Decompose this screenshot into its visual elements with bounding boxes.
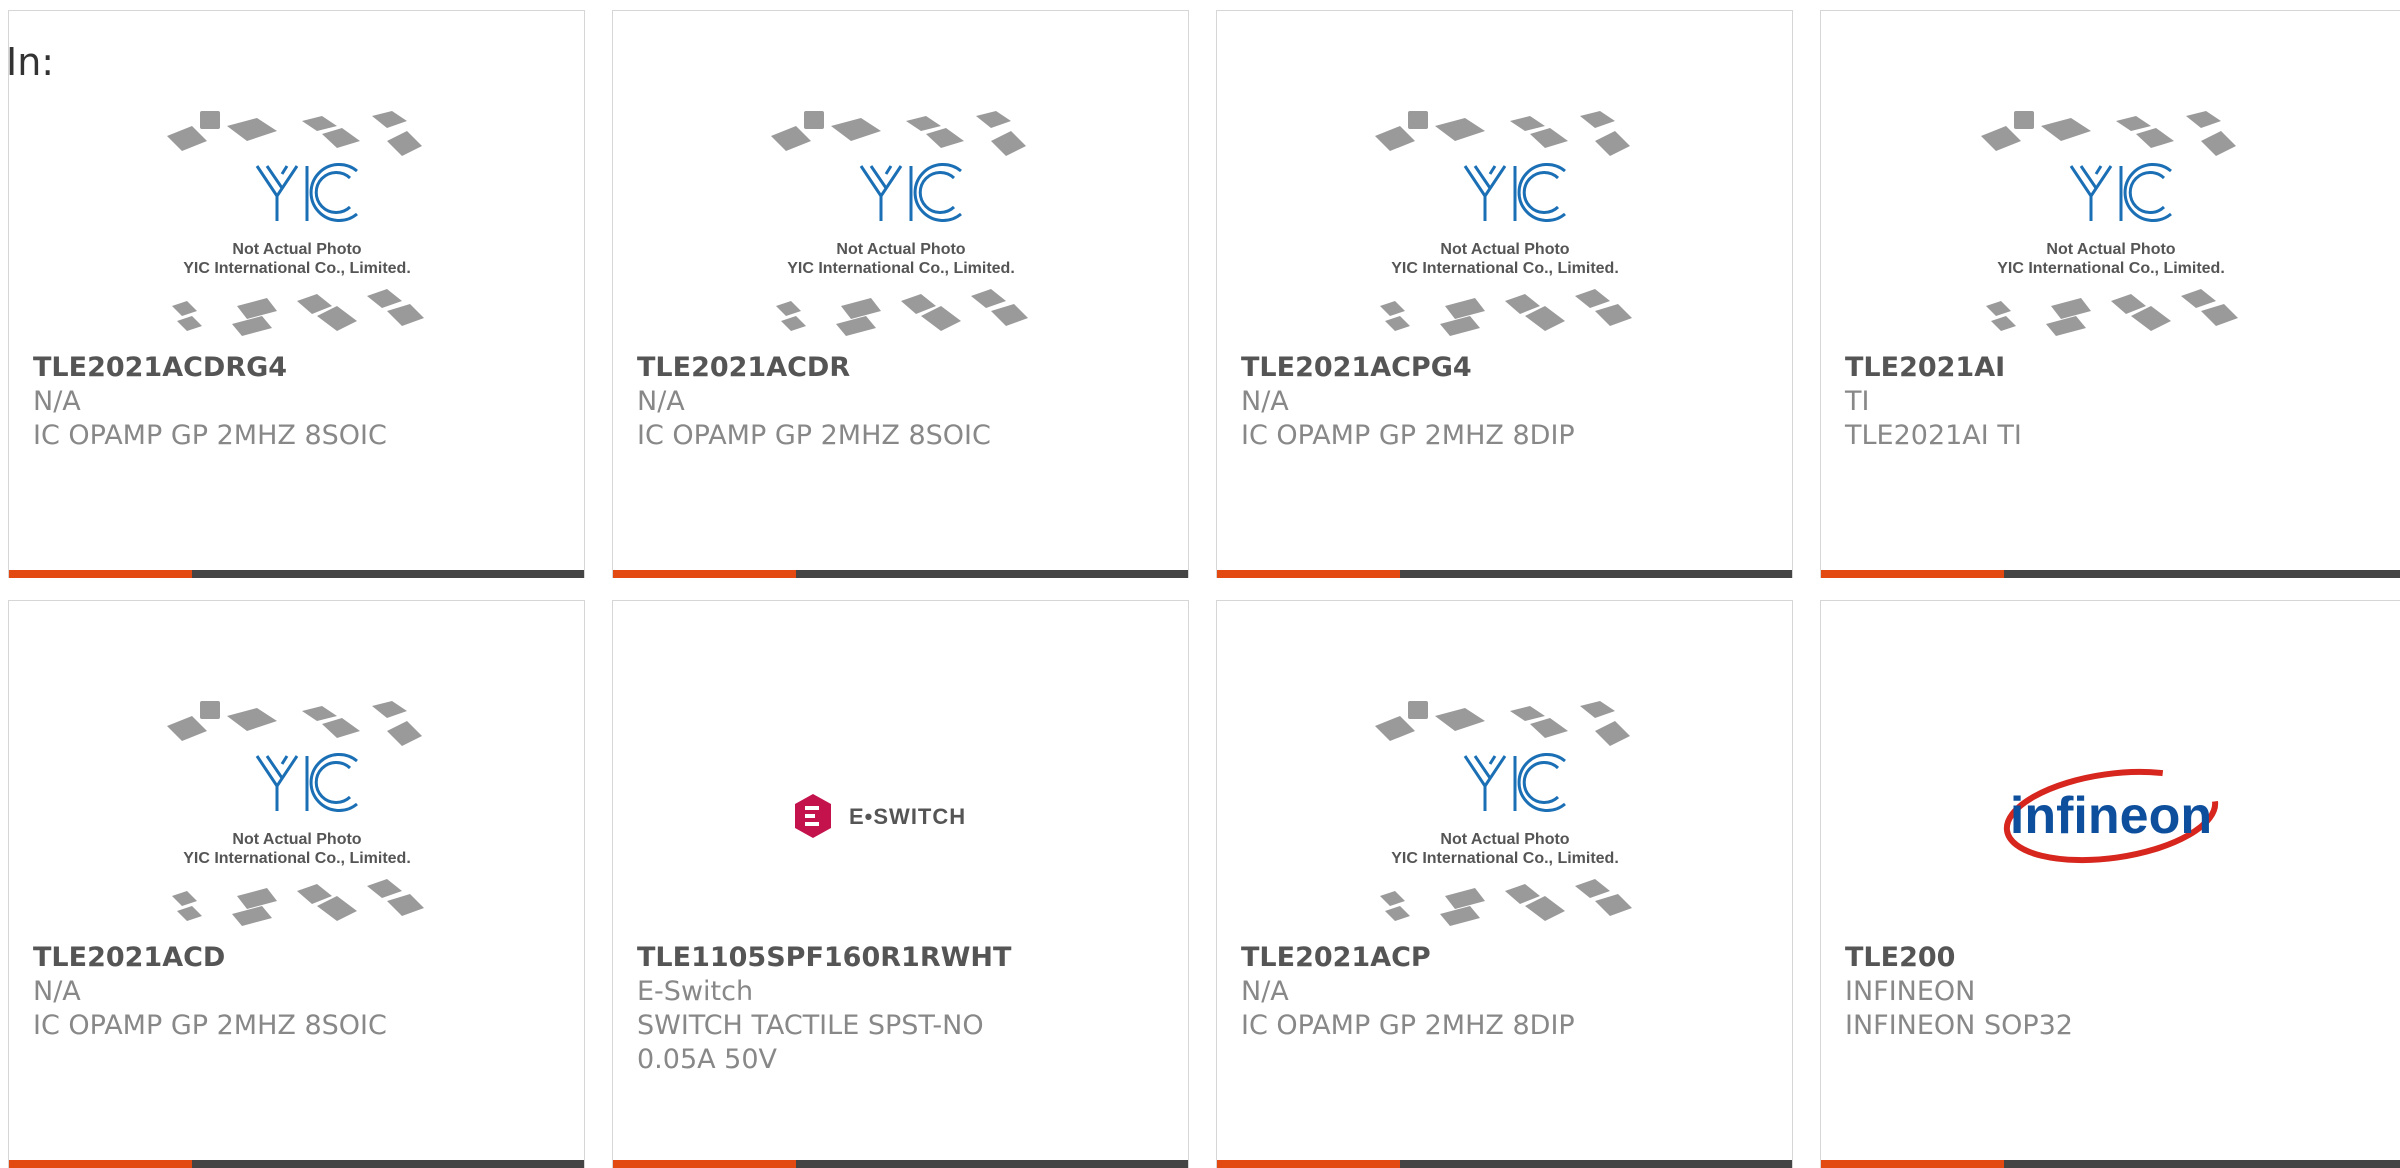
description: IC OPAMP GP 2MHZ 8SOIC bbox=[33, 1010, 387, 1041]
description: IC OPAMP GP 2MHZ 8DIP bbox=[1241, 420, 1575, 451]
svg-text:Not Actual Photo: Not Actual Photo bbox=[2046, 241, 2175, 258]
product-info: TLE2021ACDRG4 N/A IC OPAMP GP 2MHZ 8SOIC bbox=[33, 351, 560, 453]
infineon-logo-icon: infineon bbox=[2003, 768, 2218, 864]
svg-text:YIC International Co., Limited: YIC International Co., Limited. bbox=[1391, 850, 1619, 867]
manufacturer: N/A bbox=[637, 386, 685, 417]
manufacturer: N/A bbox=[33, 386, 81, 417]
svg-text:YIC International Co., Limited: YIC International Co., Limited. bbox=[183, 260, 411, 277]
card-bottom-bar bbox=[9, 570, 584, 578]
product-info: TLE2021AI TI TLE2021AI TI bbox=[1845, 351, 2376, 453]
svg-text:Not Actual Photo: Not Actual Photo bbox=[1440, 241, 1569, 258]
description: IC OPAMP GP 2MHZ 8DIP bbox=[1241, 1010, 1575, 1041]
part-number[interactable]: TLE2021ACP bbox=[1241, 941, 1768, 975]
manufacturer: E-Switch bbox=[637, 976, 754, 1007]
product-info: TLE2021ACD N/A IC OPAMP GP 2MHZ 8SOIC bbox=[33, 941, 560, 1043]
part-number[interactable]: TLE1105SPF160R1RWHT bbox=[637, 941, 1164, 975]
svg-text:Not Actual Photo: Not Actual Photo bbox=[1440, 831, 1569, 848]
part-number[interactable]: TLE2021ACDRG4 bbox=[33, 351, 560, 385]
product-image[interactable]: Not Actual Photo YIC International Co., … bbox=[1217, 681, 1792, 951]
product-image[interactable]: E•SWITCH bbox=[613, 681, 1188, 951]
part-number[interactable]: TLE2021ACD bbox=[33, 941, 560, 975]
yic-placeholder-icon: Not Actual Photo YIC International Co., … bbox=[1980, 111, 2238, 336]
svg-text:Not Actual Photo: Not Actual Photo bbox=[836, 241, 965, 258]
svg-text:YIC International Co., Limited: YIC International Co., Limited. bbox=[787, 260, 1015, 277]
yic-placeholder-icon: Not Actual Photo YIC International Co., … bbox=[1374, 111, 1632, 336]
e-switch-logo-icon: E•SWITCH bbox=[794, 794, 966, 838]
svg-text:YIC International Co., Limited: YIC International Co., Limited. bbox=[1997, 260, 2225, 277]
manufacturer: N/A bbox=[33, 976, 81, 1007]
part-number[interactable]: TLE2021ACPG4 bbox=[1241, 351, 1768, 385]
part-number[interactable]: TLE200 bbox=[1845, 941, 2376, 975]
product-card[interactable]: E•SWITCH TLE1105SPF160R1RWHT E-Switch SW… bbox=[612, 600, 1189, 1168]
manufacturer: N/A bbox=[1241, 976, 1289, 1007]
product-info: TLE2021ACDR N/A IC OPAMP GP 2MHZ 8SOIC bbox=[637, 351, 1164, 453]
svg-text:Not Actual Photo: Not Actual Photo bbox=[232, 831, 361, 848]
svg-text:infineon: infineon bbox=[2009, 787, 2211, 845]
manufacturer: INFINEON bbox=[1845, 976, 1976, 1007]
product-image[interactable]: Not Actual Photo YIC International Co., … bbox=[1821, 91, 2400, 361]
yic-placeholder-icon: Not Actual Photo YIC International Co., … bbox=[770, 111, 1028, 336]
product-image[interactable]: infineon bbox=[1821, 681, 2400, 951]
card-bottom-bar bbox=[1217, 570, 1792, 578]
card-accent-bar bbox=[1821, 570, 2004, 578]
product-info: TLE200 INFINEON INFINEON SOP32 bbox=[1845, 941, 2376, 1043]
product-card[interactable]: Not Actual Photo YIC International Co., … bbox=[8, 10, 585, 578]
product-card[interactable]: infineon TLE200 INFINEON INFINEON SOP32 bbox=[1820, 600, 2400, 1168]
product-info: TLE2021ACP N/A IC OPAMP GP 2MHZ 8DIP bbox=[1241, 941, 1768, 1043]
description: INFINEON SOP32 bbox=[1845, 1010, 2073, 1041]
card-accent-bar bbox=[1217, 570, 1400, 578]
product-card[interactable]: Not Actual Photo YIC International Co., … bbox=[612, 10, 1189, 578]
description: SWITCH TACTILE SPST-NO 0.05A 50V bbox=[637, 1010, 984, 1075]
product-image[interactable]: Not Actual Photo YIC International Co., … bbox=[9, 91, 584, 361]
product-image[interactable]: Not Actual Photo YIC International Co., … bbox=[1217, 91, 1792, 361]
page-label: In: bbox=[6, 40, 55, 84]
product-info: TLE1105SPF160R1RWHT E-Switch SWITCH TACT… bbox=[637, 941, 1164, 1077]
manufacturer: N/A bbox=[1241, 386, 1289, 417]
yic-placeholder-icon: Not Actual Photo YIC International Co., … bbox=[166, 111, 424, 336]
svg-text:Not Actual Photo: Not Actual Photo bbox=[232, 241, 361, 258]
card-accent-bar bbox=[613, 570, 796, 578]
product-card[interactable]: Not Actual Photo YIC International Co., … bbox=[1216, 600, 1793, 1168]
description: TLE2021AI TI bbox=[1845, 420, 2022, 451]
yic-placeholder-icon: Not Actual Photo YIC International Co., … bbox=[1374, 701, 1632, 926]
product-card[interactable]: Not Actual Photo YIC International Co., … bbox=[1820, 10, 2400, 578]
card-accent-bar bbox=[9, 570, 192, 578]
product-image[interactable]: Not Actual Photo YIC International Co., … bbox=[613, 91, 1188, 361]
svg-text:YIC International Co., Limited: YIC International Co., Limited. bbox=[1391, 260, 1619, 277]
yic-placeholder-icon: Not Actual Photo YIC International Co., … bbox=[166, 701, 424, 926]
description: IC OPAMP GP 2MHZ 8SOIC bbox=[637, 420, 991, 451]
description: IC OPAMP GP 2MHZ 8SOIC bbox=[33, 420, 387, 451]
product-info: TLE2021ACPG4 N/A IC OPAMP GP 2MHZ 8DIP bbox=[1241, 351, 1768, 453]
product-card[interactable]: Not Actual Photo YIC International Co., … bbox=[8, 600, 585, 1168]
product-card[interactable]: Not Actual Photo YIC International Co., … bbox=[1216, 10, 1793, 578]
product-image[interactable]: Not Actual Photo YIC International Co., … bbox=[9, 681, 584, 951]
card-bottom-bar bbox=[1821, 570, 2400, 578]
manufacturer: TI bbox=[1845, 386, 1870, 417]
svg-text:YIC International Co., Limited: YIC International Co., Limited. bbox=[183, 850, 411, 867]
card-bottom-bar bbox=[613, 570, 1188, 578]
part-number[interactable]: TLE2021AI bbox=[1845, 351, 2376, 385]
part-number[interactable]: TLE2021ACDR bbox=[637, 351, 1164, 385]
svg-text:E•SWITCH: E•SWITCH bbox=[849, 804, 966, 829]
